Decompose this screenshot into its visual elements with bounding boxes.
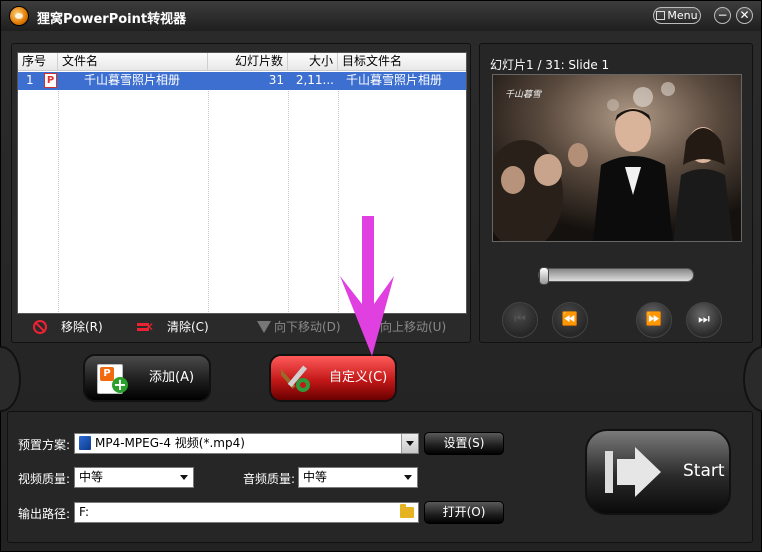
- custom-label: 自定义(C): [329, 370, 388, 385]
- video-format-icon: [79, 436, 91, 450]
- audio-quality-select[interactable]: 中等: [298, 467, 418, 488]
- move-down-label: 向下移动(D): [274, 320, 341, 334]
- table-header: 序号 文件名 幻灯片数 大小 目标文件名: [18, 53, 466, 71]
- app-window: 狸窝PowerPoint转视器 Menu − ✕ 序号 文件名 幻灯片数 大小 …: [0, 0, 762, 552]
- table-row[interactable]: 1 千山暮雪照片相册 31 2,11... 千山暮雪照片相册: [18, 72, 466, 90]
- fast-forward-button[interactable]: ⏩: [636, 302, 672, 338]
- col-header-file-name[interactable]: 文件名: [58, 53, 208, 71]
- seek-slider[interactable]: [538, 267, 694, 285]
- slide-photo: 千山暮雪: [493, 75, 741, 241]
- menu-icon: [656, 11, 666, 20]
- audio-quality-value: 中等: [303, 470, 328, 484]
- column-divider: [288, 72, 289, 312]
- file-list-panel: 序号 文件名 幻灯片数 大小 目标文件名 1 千山暮雪照片相册 31 2,11.…: [11, 43, 471, 343]
- app-logo-icon: [9, 6, 29, 26]
- cell-size: 2,11...: [295, 73, 334, 87]
- rewind-button[interactable]: ⏪: [552, 302, 588, 338]
- cell-file-name: 千山暮雪照片相册: [84, 73, 181, 87]
- add-ppt-icon: [97, 364, 128, 394]
- start-arrow-icon: [605, 447, 661, 497]
- preset-select[interactable]: MP4-MPEG-4 视频(*.mp4): [74, 433, 419, 454]
- remove-label: 移除(R): [61, 320, 103, 334]
- video-quality-label: 视频质量:: [18, 472, 71, 486]
- settings-button[interactable]: 设置(S): [424, 432, 504, 455]
- app-title: 狸窝PowerPoint转视器: [37, 12, 187, 27]
- custom-button[interactable]: 自定义(C): [269, 354, 397, 402]
- clear-icon: [137, 318, 154, 336]
- audio-quality-label: 音频质量:: [243, 472, 296, 486]
- tools-icon: [281, 365, 310, 392]
- slide-caption: 千山暮雪: [505, 89, 542, 100]
- preset-value: MP4-MPEG-4 视频(*.mp4): [95, 436, 245, 450]
- clear-label: 清除(C): [167, 320, 209, 334]
- player-controls: ⏮ ⏪ ⏩ ⏭: [480, 252, 752, 342]
- minimize-button[interactable]: −: [714, 7, 731, 24]
- col-header-size[interactable]: 大小: [288, 53, 338, 71]
- output-path-input[interactable]: F:: [74, 502, 419, 523]
- video-quality-select[interactable]: 中等: [74, 467, 194, 488]
- clear-button[interactable]: 清除(C): [137, 318, 209, 336]
- skip-last-button[interactable]: ⏭: [686, 302, 722, 338]
- preview-panel: 幻灯片1 / 31: Slide 1 千山暮雪 ⏮ ⏪ ⏩ ⏭: [479, 43, 753, 343]
- video-quality-value: 中等: [79, 470, 104, 484]
- chevron-down-icon: [401, 434, 418, 453]
- col-header-index[interactable]: 序号: [18, 53, 58, 71]
- menu-button[interactable]: Menu: [653, 7, 701, 24]
- chevron-down-icon: [176, 468, 193, 487]
- slide-counter: 幻灯片1 / 31: Slide 1: [490, 58, 610, 72]
- col-header-target-name[interactable]: 目标文件名: [338, 53, 466, 71]
- remove-icon: [33, 320, 47, 334]
- column-divider: [208, 72, 209, 312]
- remove-button[interactable]: 移除(R): [33, 318, 103, 336]
- folder-icon[interactable]: [400, 504, 414, 518]
- add-button[interactable]: 添加(A): [83, 354, 211, 402]
- chevron-down-icon: [400, 468, 417, 487]
- slide-preview: 千山暮雪: [492, 74, 742, 242]
- arrow-down-icon: [257, 321, 271, 333]
- fast-forward-icon: ⏩: [645, 312, 663, 327]
- preset-label: 预置方案:: [18, 438, 71, 452]
- rewind-icon: ⏪: [561, 312, 579, 327]
- cell-target-name: 千山暮雪照片相册: [346, 73, 443, 87]
- open-button[interactable]: 打开(O): [424, 501, 504, 524]
- add-label: 添加(A): [149, 370, 195, 385]
- close-button[interactable]: ✕: [736, 7, 753, 24]
- col-header-slides[interactable]: 幻灯片数: [208, 53, 288, 71]
- menu-label: Menu: [667, 9, 698, 22]
- side-ornament-right: [743, 346, 762, 412]
- column-divider: [58, 72, 59, 312]
- ppt-file-icon: [44, 73, 57, 88]
- start-button[interactable]: Start: [585, 429, 731, 515]
- output-path-label: 输出路径:: [18, 507, 71, 521]
- start-label: Start: [683, 461, 725, 481]
- output-path-value: F:: [79, 505, 90, 519]
- skip-last-icon: ⏭: [698, 312, 710, 327]
- cell-slides: 31: [268, 73, 284, 87]
- title-bar: 狸窝PowerPoint转视器 Menu − ✕: [1, 1, 761, 31]
- side-ornament-left: [0, 346, 21, 412]
- skip-first-icon: ⏮: [514, 312, 526, 327]
- move-down-button[interactable]: 向下移动(D): [257, 318, 341, 336]
- seek-handle[interactable]: [539, 267, 549, 285]
- skip-first-button[interactable]: ⏮: [502, 302, 538, 338]
- annotation-arrow-icon: [340, 216, 394, 356]
